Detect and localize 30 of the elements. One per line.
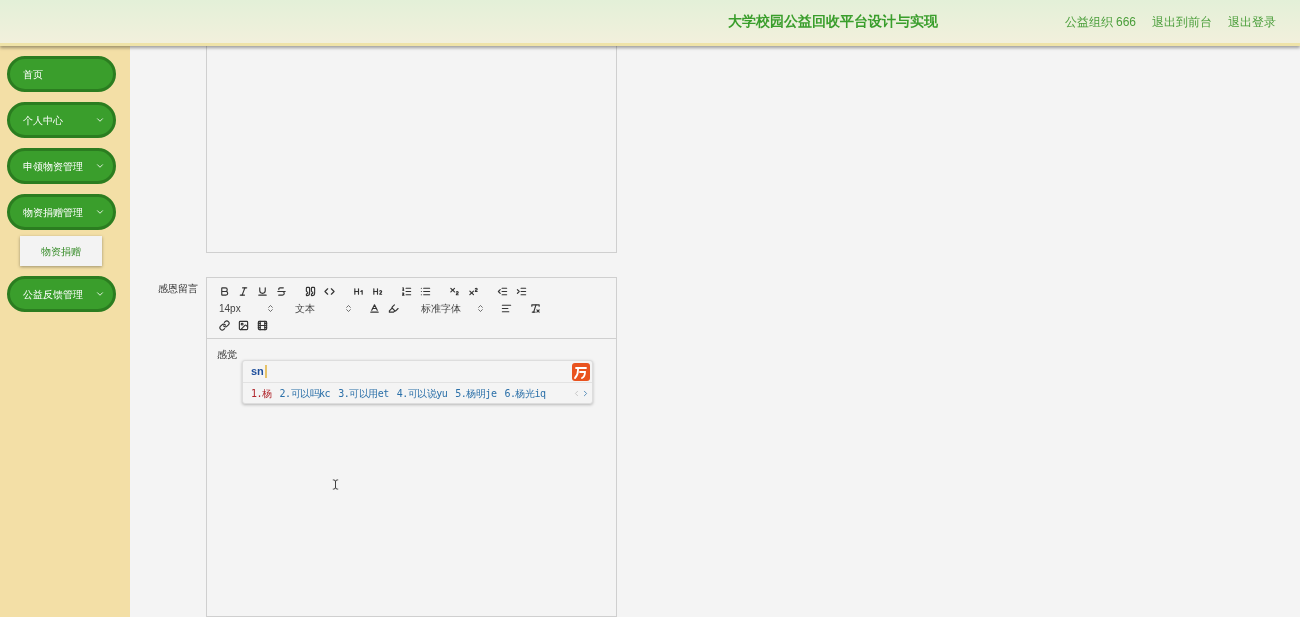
submenu-item[interactable]: 物资捐赠 [20,236,102,266]
font-size-select[interactable]: 14px [215,300,277,316]
next-page-icon[interactable] [581,388,590,398]
chevron-icon [95,289,105,299]
header-link[interactable]: 公益组织 666 [1064,12,1136,31]
font-family-select[interactable]: 标准字体 [417,300,487,316]
up-down-arrows-icon [476,303,485,313]
block-format-select[interactable]: 文本 [291,300,355,316]
chevron-icon [95,115,105,125]
header-link[interactable]: 退出登录 [1228,12,1276,31]
ime-candidate[interactable]: 6.杨光iq [504,385,546,401]
ime-candidate[interactable]: 3.可以用et [338,385,389,401]
editor-text: 感觉 [217,348,238,362]
sidebar-menu-item[interactable]: 物资捐赠管理 [7,194,116,230]
sidebar-menu-item[interactable]: 公益反馈管理 [7,276,116,312]
text-cursor-icon [330,479,341,490]
ime-candidate[interactable]: 4.可以说yu [396,385,448,401]
ime-candidate[interactable]: 1.杨 [251,385,272,401]
up-down-arrows-icon [344,303,353,313]
site-title: 大学校园公益回收平台设计与实现 [728,12,938,31]
chevron-icon [95,207,105,217]
header-link[interactable]: 退出到前台 [1152,12,1212,31]
chevron-icon [95,161,105,171]
sidebar-menu-item[interactable]: 个人中心 [7,102,116,138]
sidebar-menu-item[interactable]: 首页 [7,56,116,92]
sidebar-menu-item[interactable]: 申领物资管理 [7,148,116,184]
up-down-arrows-icon [266,303,275,313]
field-label: 感恩留言 [158,283,198,294]
ime-candidate[interactable]: 2.可以吗kc [279,385,331,401]
ime-candidate[interactable]: 5.杨明je [455,385,497,401]
